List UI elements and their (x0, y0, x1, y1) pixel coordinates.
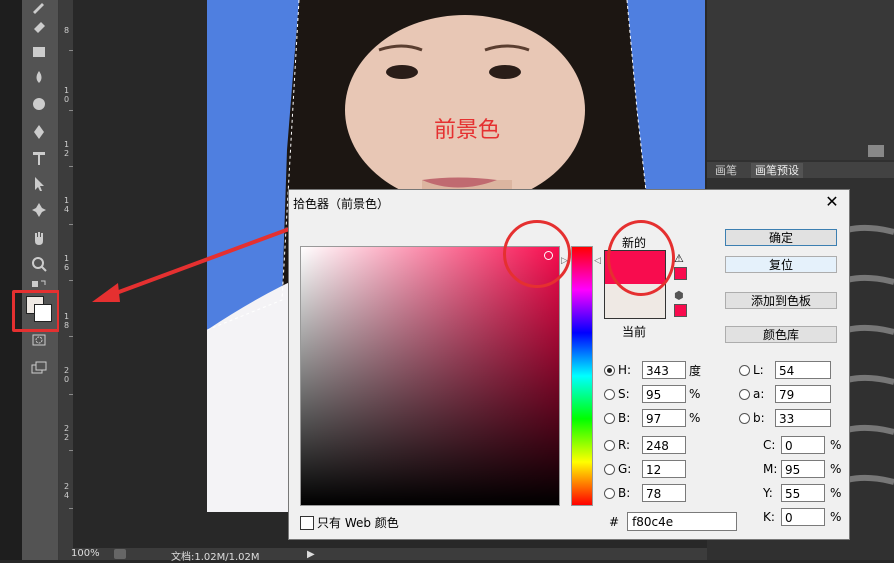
brightness-radio[interactable] (604, 412, 615, 424)
panel-tabs: 画笔 画笔预设 (707, 162, 894, 178)
black-field-row: K: 0 % (763, 507, 841, 527)
magenta-input[interactable]: 95 (781, 460, 825, 478)
hue-label: H: (618, 363, 632, 377)
black-label: K: (763, 510, 775, 524)
lab-b-label: b: (753, 411, 765, 425)
yellow-label: Y: (763, 486, 773, 500)
cyan-field-row: C: 0 % (763, 435, 841, 455)
lab-b-input[interactable]: 33 (775, 409, 831, 427)
black-unit: % (830, 510, 842, 524)
saturation-brightness-field[interactable] (300, 246, 560, 506)
lab-b-field-row: b: 33 (739, 408, 831, 428)
red-input[interactable]: 248 (642, 436, 686, 454)
tab-brush[interactable]: 画笔 (711, 163, 741, 178)
red-radio[interactable] (604, 439, 615, 451)
magenta-label: M: (763, 462, 778, 476)
web-colors-only-option[interactable]: 只有 Web 颜色 (300, 514, 399, 531)
add-to-swatches-button[interactable]: 添加到色板 (725, 292, 837, 309)
cursor-highlight-circle (503, 220, 571, 288)
panel-options-icon[interactable] (868, 145, 884, 157)
green-field-row: G: 12 (604, 459, 686, 479)
lab-l-label: L: (753, 363, 764, 377)
brush-strokes-preview (847, 224, 894, 485)
black-input[interactable]: 0 (781, 508, 825, 526)
color-picker-dialog: 拾色器（前景色） ✕ ▷ ◁ 新的 当前 ⚠ ⬢ 确定 复位 添加到色板 颜色库… (288, 189, 850, 540)
lab-a-label: a: (753, 387, 765, 401)
green-radio[interactable] (604, 463, 615, 475)
status-arrow-icon[interactable]: ▶ (307, 549, 315, 560)
hue-radio[interactable] (604, 364, 615, 376)
hue-slider[interactable] (571, 246, 593, 506)
hex-field-row: # f80c4e (609, 512, 738, 531)
green-label: G: (618, 462, 632, 476)
zoom-level[interactable]: 100% (71, 548, 100, 559)
web-safe-cube-icon[interactable]: ⬢ (674, 289, 684, 302)
lab-l-input[interactable]: 54 (775, 361, 831, 379)
document-size: 文档:1.02M/1.02M (171, 552, 260, 563)
ok-button[interactable]: 确定 (725, 229, 837, 246)
lab-l-radio[interactable] (739, 364, 750, 376)
cyan-unit: % (830, 438, 842, 452)
cyan-input[interactable]: 0 (781, 436, 825, 454)
hue-unit: 度 (689, 363, 702, 378)
brightness-input[interactable]: 97 (642, 409, 686, 427)
saturation-unit: % (689, 387, 701, 401)
saturation-field-row: S: 95 % (604, 384, 700, 404)
yellow-input[interactable]: 55 (781, 484, 825, 502)
close-icon[interactable]: ✕ (823, 193, 841, 211)
web-colors-only-label: 只有 Web 颜色 (317, 516, 399, 530)
blue-radio[interactable] (604, 487, 615, 499)
yellow-field-row: Y: 55 % (763, 483, 841, 503)
current-color-label: 当前 (622, 325, 647, 339)
magenta-field-row: M: 95 % (763, 459, 841, 479)
upper-panel (707, 0, 894, 160)
lab-a-radio[interactable] (739, 388, 750, 400)
red-label: R: (618, 438, 631, 452)
lab-l-field-row: L: 54 (739, 360, 831, 380)
green-input[interactable]: 12 (642, 460, 686, 478)
color-libraries-button[interactable]: 颜色库 (725, 326, 837, 343)
red-field-row: R: 248 (604, 435, 686, 455)
gamut-color-swatch[interactable] (674, 267, 687, 280)
new-color-highlight-circle (607, 220, 675, 296)
brightness-unit: % (689, 411, 701, 425)
hex-label: # (609, 514, 620, 529)
brightness-field-row: B: 97 % (604, 408, 700, 428)
hue-slider-arrow-right-icon[interactable]: ◁ (594, 256, 601, 266)
lab-a-input[interactable]: 79 (775, 385, 831, 403)
saturation-radio[interactable] (604, 388, 615, 400)
hex-input[interactable]: f80c4e (627, 512, 738, 531)
web-colors-only-checkbox[interactable] (300, 515, 314, 530)
blue-label: B: (618, 486, 631, 500)
gamut-warning-icon[interactable]: ⚠ (674, 252, 684, 265)
blue-field-row: B: 78 (604, 483, 686, 503)
hue-input[interactable]: 343 (642, 361, 686, 379)
lab-a-field-row: a: 79 (739, 384, 831, 404)
lab-b-radio[interactable] (739, 412, 750, 424)
saturation-label: S: (618, 387, 630, 401)
magenta-unit: % (830, 462, 842, 476)
cyan-label: C: (763, 438, 776, 452)
blue-input[interactable]: 78 (642, 484, 686, 502)
status-icon[interactable] (114, 549, 126, 559)
dialog-title: 拾色器（前景色） (293, 197, 390, 211)
status-bar: 100% 文档:1.02M/1.02M ▶ (59, 548, 707, 563)
hue-field-row: H: 343 度 (604, 360, 701, 380)
brightness-label: B: (618, 411, 631, 425)
tab-brush-presets[interactable]: 画笔预设 (751, 163, 803, 178)
hue-slider-arrow-left-icon[interactable]: ▷ (561, 256, 568, 266)
yellow-unit: % (830, 486, 842, 500)
reset-button[interactable]: 复位 (725, 256, 837, 273)
web-safe-color-swatch[interactable] (674, 304, 687, 317)
saturation-input[interactable]: 95 (642, 385, 686, 403)
